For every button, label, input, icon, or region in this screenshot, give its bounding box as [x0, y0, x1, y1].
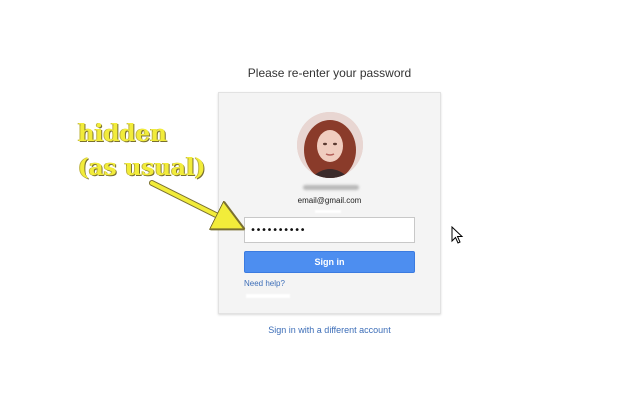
mouse-pointer-icon — [451, 226, 464, 244]
page-title: Please re-enter your password — [247, 66, 412, 80]
signin-card: email@gmail.com Sign in Need help? — [218, 92, 441, 314]
blurred-text — [315, 210, 341, 213]
avatar — [297, 112, 363, 178]
page: Please re-enter your password email@gmai… — [0, 0, 640, 400]
blurred-text — [246, 294, 290, 298]
annotation-line-1: hidden — [78, 120, 167, 147]
different-account-link[interactable]: Sign in with a different account — [218, 325, 441, 335]
account-email: email@gmail.com — [297, 196, 362, 205]
blurred-name — [303, 185, 359, 190]
password-input[interactable] — [244, 217, 415, 243]
annotation-line-2: (as usual) — [78, 154, 206, 181]
sign-in-button[interactable]: Sign in — [244, 251, 415, 273]
need-help-link[interactable]: Need help? — [244, 279, 285, 288]
